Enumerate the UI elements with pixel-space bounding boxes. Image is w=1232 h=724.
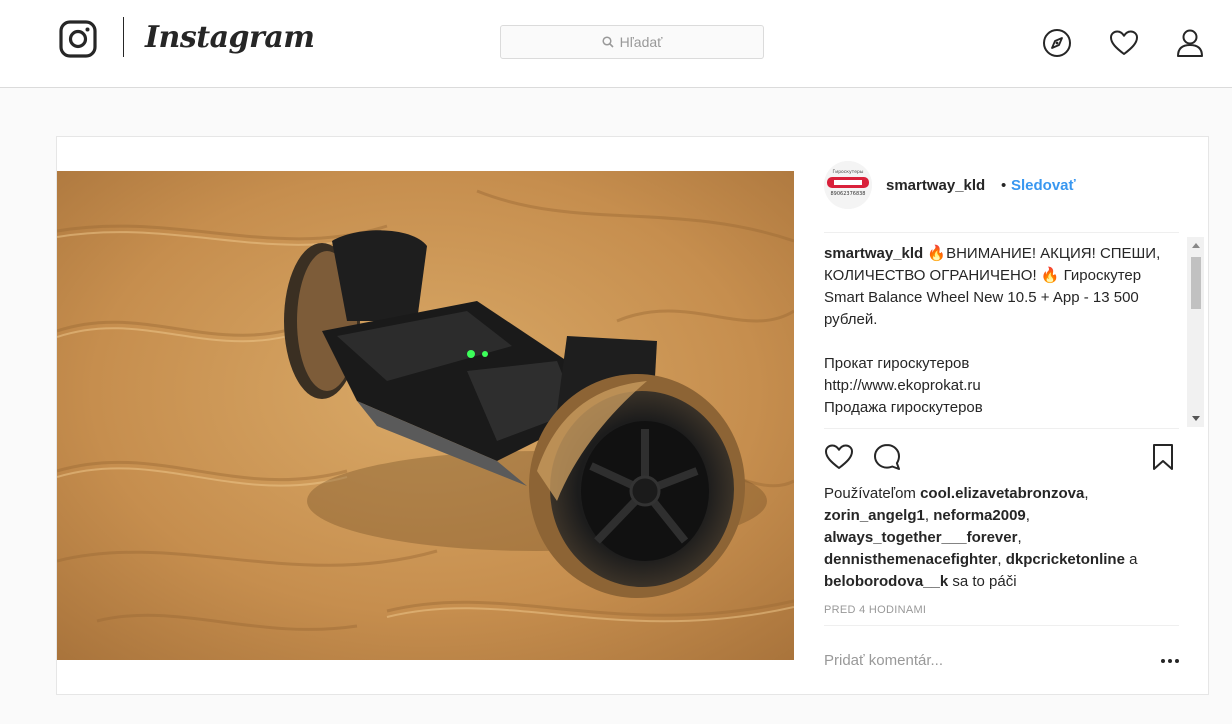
liker-link[interactable]: dennisthemenacefighter bbox=[824, 551, 997, 568]
divider bbox=[824, 232, 1179, 233]
divider bbox=[824, 625, 1179, 626]
more-icon[interactable] bbox=[1158, 651, 1182, 671]
instagram-camera-icon[interactable] bbox=[59, 20, 97, 58]
post-photo-container bbox=[57, 137, 794, 694]
separator: , bbox=[924, 507, 934, 524]
caption-username[interactable]: smartway_kld bbox=[824, 245, 923, 262]
comment-icon[interactable] bbox=[870, 440, 904, 474]
logo-divider bbox=[123, 17, 124, 57]
avatar-phone-text: 89062376838 bbox=[831, 191, 866, 197]
compass-icon[interactable] bbox=[1041, 27, 1073, 59]
bookmark-icon[interactable] bbox=[1146, 440, 1180, 474]
likes-suffix: sa to páči bbox=[948, 573, 1017, 590]
separator: , bbox=[1084, 485, 1089, 502]
post-sidebar: Гироскутеры 89062376838 smartway_kld • S… bbox=[794, 137, 1208, 694]
divider bbox=[824, 428, 1179, 429]
user-icon[interactable] bbox=[1174, 27, 1206, 59]
search-input[interactable]: Hľadať bbox=[500, 25, 764, 59]
search-icon bbox=[602, 36, 614, 48]
likes-text: Používateľom cool.elizavetabronzova, zor… bbox=[824, 483, 1179, 593]
separator: a bbox=[1124, 551, 1138, 568]
liker-link[interactable]: zorin_angelg1 bbox=[824, 507, 925, 524]
comment-input[interactable]: Pridať komentár... bbox=[824, 652, 943, 669]
post-card: Гироскутеры 89062376838 smartway_kld • S… bbox=[56, 136, 1209, 695]
search-placeholder: Hľadať bbox=[619, 34, 663, 50]
post-timestamp[interactable]: PRED 4 HODINAMI bbox=[824, 604, 926, 616]
post-username[interactable]: smartway_kld bbox=[886, 177, 985, 194]
instagram-wordmark[interactable]: Instagram bbox=[145, 16, 315, 60]
top-nav-bar: Instagram Hľadať bbox=[0, 0, 1232, 88]
avatar-top-text: Гироскутеры bbox=[833, 169, 864, 175]
liker-link[interactable]: always_together___forever bbox=[824, 529, 1017, 546]
follow-button[interactable]: Sledovať bbox=[1011, 177, 1076, 194]
caption-scroll-area[interactable]: smartway_kld 🔥ВНИМАНИЕ! АКЦИЯ! СПЕШИ, КО… bbox=[824, 243, 1186, 427]
scroll-down-arrow-icon[interactable] bbox=[1187, 410, 1204, 427]
scrollbar-thumb[interactable] bbox=[1191, 257, 1201, 309]
heart-outline-icon[interactable] bbox=[822, 440, 856, 474]
heart-icon[interactable] bbox=[1108, 27, 1140, 59]
likes-prefix: Používateľom bbox=[824, 485, 921, 502]
post-photo[interactable] bbox=[57, 171, 794, 660]
avatar[interactable]: Гироскутеры 89062376838 bbox=[824, 161, 872, 209]
liker-link[interactable]: beloborodova__k bbox=[824, 573, 948, 590]
separator: , bbox=[997, 551, 1006, 568]
post-header: Гироскутеры 89062376838 smartway_kld • S… bbox=[824, 161, 1179, 211]
scroll-up-arrow-icon[interactable] bbox=[1187, 237, 1204, 254]
dot-separator: • bbox=[1001, 177, 1007, 194]
caption: smartway_kld 🔥ВНИМАНИЕ! АКЦИЯ! СПЕШИ, КО… bbox=[824, 243, 1174, 419]
caption-scrollbar[interactable] bbox=[1187, 237, 1204, 427]
caption-text: 🔥ВНИМАНИЕ! АКЦИЯ! СПЕШИ, КОЛИЧЕСТВО ОГРА… bbox=[824, 245, 1161, 416]
separator: , bbox=[1025, 507, 1030, 524]
separator: , bbox=[1017, 529, 1022, 546]
liker-link[interactable]: neforma2009 bbox=[933, 507, 1026, 524]
liker-link[interactable]: cool.elizavetabronzova bbox=[920, 485, 1084, 502]
liker-link[interactable]: dkpcricketonline bbox=[1006, 551, 1125, 568]
